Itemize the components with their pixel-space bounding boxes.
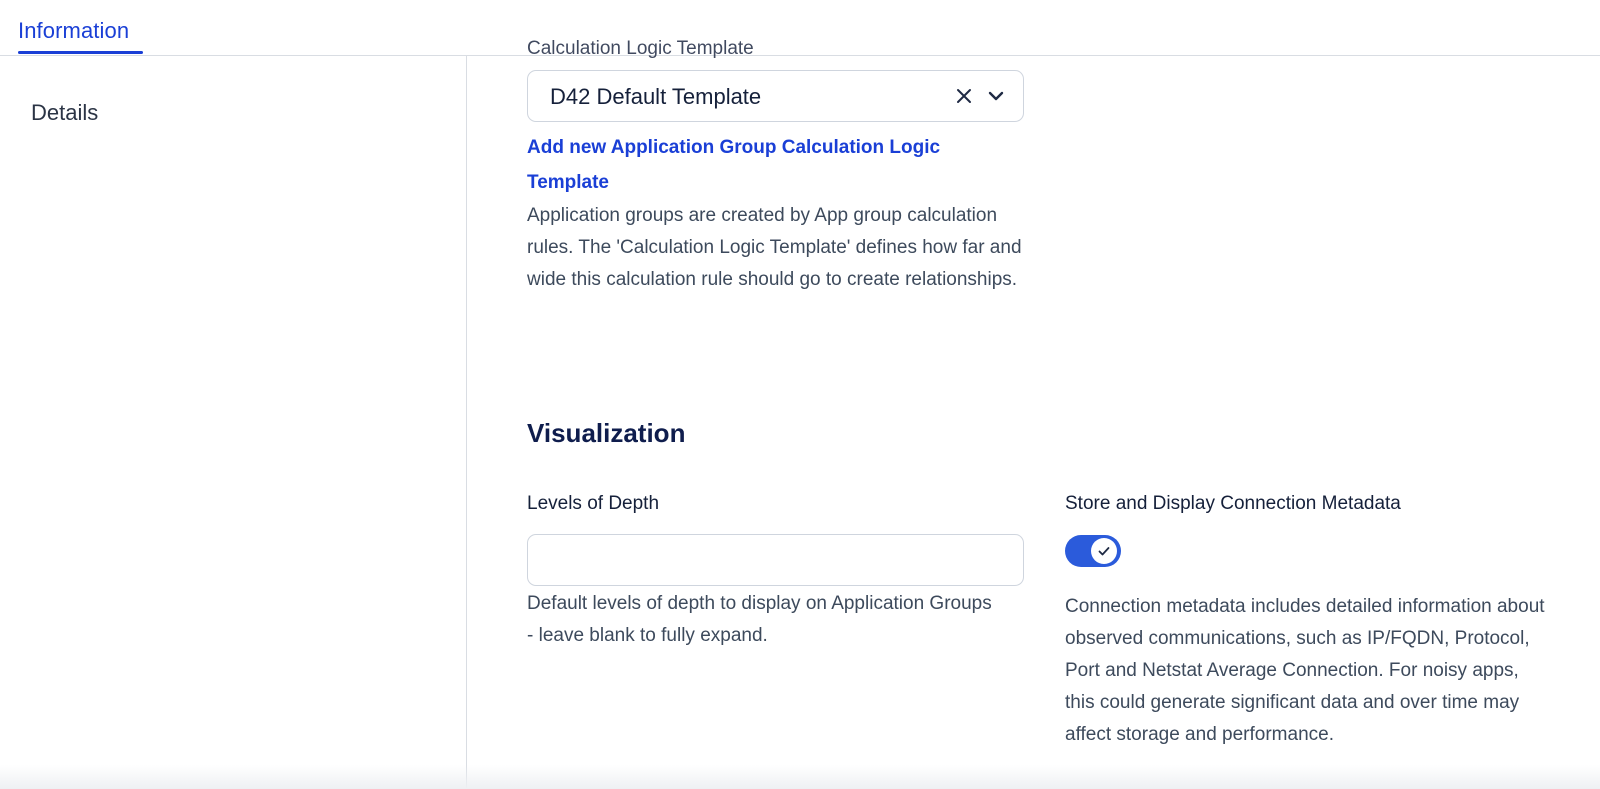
calc-logic-template-select[interactable]: D42 Default Template: [527, 70, 1024, 122]
levels-of-depth-help-text: Default levels of depth to display on Ap…: [527, 593, 992, 646]
active-tab-indicator: [18, 51, 143, 54]
main-content: Calculation Logic Template D42 Default T…: [468, 38, 1600, 789]
tab-information[interactable]: Information: [18, 18, 129, 44]
toggle-knob: [1091, 538, 1117, 564]
calc-logic-help-text: Application groups are created by App gr…: [527, 205, 1022, 290]
levels-of-depth-label: Levels of Depth: [527, 493, 660, 514]
chevron-down-icon[interactable]: [983, 83, 1009, 109]
sidebar: Details: [0, 56, 467, 789]
levels-of-depth-input[interactable]: [527, 534, 1024, 586]
tab-bar: Information: [0, 0, 1600, 56]
check-icon: [1098, 547, 1110, 556]
visualization-heading: Visualization: [527, 418, 686, 448]
sidebar-item-details[interactable]: Details: [31, 100, 98, 126]
select-value: D42 Default Template: [550, 84, 762, 109]
add-calc-logic-template-link[interactable]: Add new Application Group Calculation Lo…: [527, 130, 997, 200]
connection-metadata-help-text: Connection metadata includes detailed in…: [1065, 596, 1545, 745]
connection-metadata-label: Store and Display Connection Metadata: [1065, 493, 1401, 514]
clear-icon[interactable]: [952, 83, 976, 109]
calc-logic-label: Calculation Logic Template: [527, 38, 754, 59]
connection-metadata-toggle[interactable]: [1065, 535, 1121, 567]
